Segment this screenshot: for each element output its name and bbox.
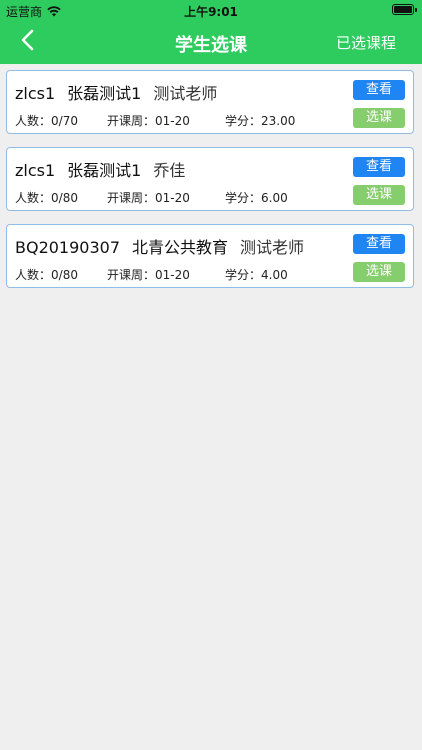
select-course-button[interactable]: 选课 (353, 108, 405, 128)
count-value: 0/80 (51, 191, 78, 205)
course-teacher: 乔佳 (153, 161, 186, 180)
credits-value: 23.00 (261, 114, 296, 128)
course-details: 人数：0/80 开课周：01-20 学分：6.00 (15, 189, 288, 206)
count-label: 人数： (15, 191, 52, 205)
course-header: BQ20190307 北青公共教育 测试老师 (15, 234, 304, 258)
status-bar: 运营商 上午9:01 (0, 0, 422, 20)
weeks-value: 01-20 (155, 191, 190, 205)
course-name: 张磊测试1 (67, 161, 142, 180)
weeks-label: 开课周： (107, 114, 156, 128)
course-name: 张磊测试1 (67, 84, 142, 103)
weeks-label: 开课周： (107, 191, 156, 205)
count-label: 人数： (15, 268, 52, 282)
course-code: zlcs1 (15, 84, 56, 103)
count-value: 0/80 (51, 268, 78, 282)
view-button[interactable]: 查看 (353, 157, 405, 177)
credits-label: 学分： (225, 268, 262, 282)
selected-courses-button[interactable]: 已选课程 (336, 32, 396, 53)
battery-icon (392, 4, 417, 15)
course-teacher: 测试老师 (240, 238, 305, 257)
course-card: BQ20190307 北青公共教育 测试老师 人数：0/80 开课周：01-20 学分：… (6, 224, 414, 288)
course-details: 人数：0/70 开课周：01-20 学分：23.00 (15, 112, 295, 129)
course-name: 北青公共教育 (132, 238, 229, 257)
course-header: zlcs1 张磊测试1 乔佳 (15, 157, 185, 181)
weeks-label: 开课周： (107, 268, 156, 282)
credits-value: 6.00 (261, 191, 288, 205)
credits-label: 学分： (225, 114, 262, 128)
status-time: 上午9:01 (184, 5, 238, 19)
course-teacher: 测试老师 (153, 84, 218, 103)
nav-bar: 学生选课 已选课程 (0, 20, 422, 64)
weeks-value: 01-20 (155, 268, 190, 282)
select-course-button[interactable]: 选课 (353, 185, 405, 205)
credits-label: 学分： (225, 191, 262, 205)
course-code: zlcs1 (15, 161, 56, 180)
course-card: zlcs1 张磊测试1 乔佳 人数：0/80 开课周：01-20 学分：6.00 查看 … (6, 147, 414, 211)
credits-value: 4.00 (261, 268, 288, 282)
view-button[interactable]: 查看 (353, 234, 405, 254)
course-details: 人数：0/80 开课周：01-20 学分：4.00 (15, 266, 288, 283)
weeks-value: 01-20 (155, 114, 190, 128)
count-label: 人数： (15, 114, 52, 128)
count-value: 0/70 (51, 114, 78, 128)
select-course-button[interactable]: 选课 (353, 262, 405, 282)
course-card: zlcs1 张磊测试1 测试老师 人数：0/70 开课周：01-20 学分：23.00 … (6, 70, 414, 134)
course-header: zlcs1 张磊测试1 测试老师 (15, 80, 217, 104)
view-button[interactable]: 查看 (353, 80, 405, 100)
course-code: BQ20190307 (15, 238, 121, 257)
